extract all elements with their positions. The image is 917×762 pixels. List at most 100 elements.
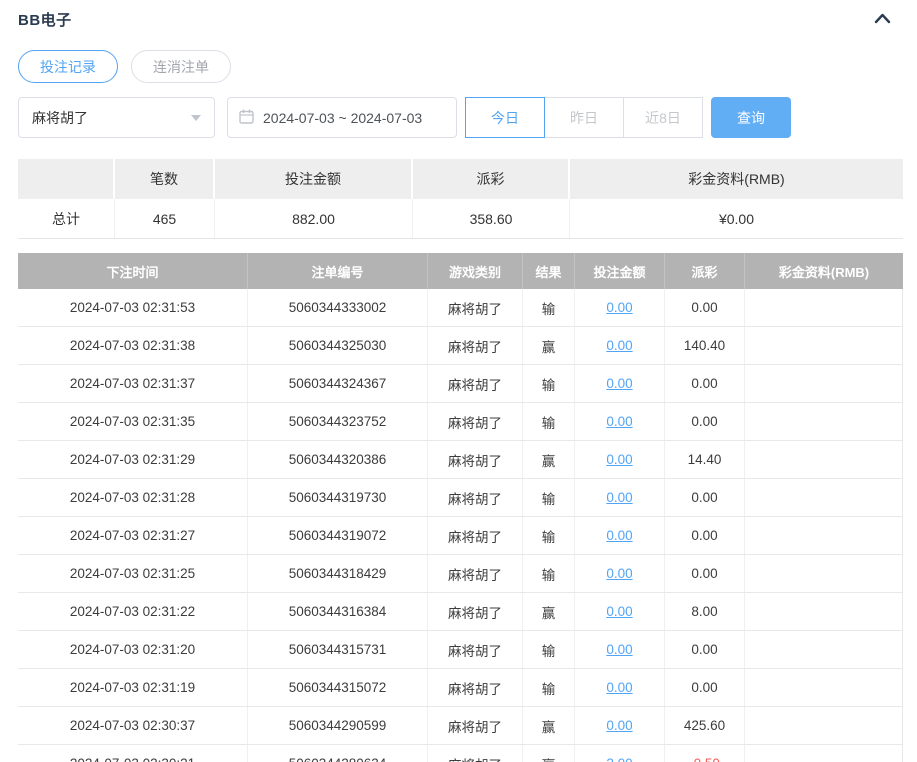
today-button[interactable]: 今日 — [465, 97, 545, 138]
result-cell: 赢 — [523, 327, 575, 364]
result-cell: 输 — [523, 289, 575, 326]
date-range-input[interactable]: 2024-07-03 ~ 2024-07-03 — [227, 97, 457, 138]
bet-amount-cell: 0.00 — [575, 365, 665, 402]
result-cell: 输 — [523, 555, 575, 592]
bonus-cell — [745, 403, 903, 440]
bet-time-cell: 2024-07-03 02:31:28 — [18, 479, 248, 516]
bet-amount-link[interactable]: 0.00 — [606, 718, 632, 733]
bonus-cell — [745, 707, 903, 744]
last-8-days-button[interactable]: 近8日 — [623, 97, 703, 138]
game-select[interactable]: 麻将胡了 — [18, 97, 215, 138]
search-button[interactable]: 查询 — [711, 97, 791, 138]
summary-total-label: 总计 — [18, 199, 115, 238]
order-number-cell: 5060344315731 — [248, 631, 428, 668]
table-row: 2024-07-03 02:31:35 5060344323752 麻将胡了输 0.0… — [18, 403, 903, 441]
bet-amount-link[interactable]: 0.00 — [606, 490, 632, 505]
bet-amount-link[interactable]: 0.00 — [606, 604, 632, 619]
bonus-cell — [745, 745, 903, 762]
table-row: 2024-07-03 02:30:215060344280634麻将胡了赢 2.0… — [18, 745, 903, 762]
payout-cell: 0.00 — [665, 555, 745, 592]
calendar-icon — [239, 109, 254, 127]
chevron-down-icon — [191, 114, 201, 121]
records-header-payout: 派彩 — [665, 253, 745, 289]
yesterday-button[interactable]: 昨日 — [544, 97, 624, 138]
collapse-button[interactable] — [868, 10, 897, 29]
bet-time-cell: 2024-07-03 02:31:38 — [18, 327, 248, 364]
result-cell: 赢 — [523, 593, 575, 630]
bet-amount-cell: 0.00 — [575, 441, 665, 478]
game-type-cell: 麻将胡了 — [428, 593, 523, 630]
result-cell: 输 — [523, 403, 575, 440]
summary-bet-amount-value: 882.00 — [215, 199, 413, 238]
game-type-cell: 麻将胡了 — [428, 479, 523, 516]
table-row: 2024-07-03 02:31:20 5060344315731 麻将胡了输 0.0… — [18, 631, 903, 669]
table-row: 2024-07-03 02:31:37 5060344324367 麻将胡了输 0.0… — [18, 365, 903, 403]
summary-payout-value: 358.60 — [413, 199, 570, 238]
payout-cell: 140.40 — [665, 327, 745, 364]
bet-amount-link[interactable]: 0.00 — [606, 680, 632, 695]
records-header-bonus: 彩金资料(RMB) — [778, 264, 870, 280]
bet-amount-link[interactable]: 0.00 — [606, 452, 632, 467]
tab-bet-records[interactable]: 投注记录 — [18, 50, 118, 83]
summary-table: 笔数 投注金额 派彩 彩金资料(RMB) 总计 465 882.00 358.6… — [18, 159, 903, 239]
game-type-cell: 麻将胡了 — [428, 745, 523, 762]
bet-amount-cell: 0.00 — [575, 593, 665, 630]
record-type-tabs: 投注记录 连消注单 — [18, 50, 905, 83]
summary-count-value: 465 — [115, 199, 215, 238]
bonus-cell — [745, 441, 903, 478]
summary-total-row: 总计 465 882.00 358.60 ¥0.00 — [18, 199, 903, 239]
result-cell: 输 — [523, 479, 575, 516]
records-body: 2024-07-03 02:31:53 5060344333002 麻将胡了输 0.0… — [18, 289, 903, 762]
chevron-up-icon — [874, 12, 891, 27]
result-cell: 赢 — [523, 707, 575, 744]
bonus-cell — [745, 669, 903, 706]
table-row: 2024-07-03 02:31:25 5060344318429 麻将胡了输 0.0… — [18, 555, 903, 593]
summary-header-count: 笔数 — [115, 159, 215, 199]
bet-amount-link[interactable]: 2.00 — [606, 756, 632, 762]
game-type-cell: 麻将胡了 — [428, 669, 523, 706]
bet-amount-link[interactable]: 0.00 — [606, 300, 632, 315]
table-row: 2024-07-03 02:31:29 5060344320386 麻将胡了赢 0.0… — [18, 441, 903, 479]
bonus-cell — [745, 327, 903, 364]
bet-time-cell: 2024-07-03 02:30:21 — [18, 745, 248, 762]
table-row: 2024-07-03 02:31:27 5060344319072 麻将胡了输 0.0… — [18, 517, 903, 555]
panel-header: BB电子 — [18, 8, 905, 30]
bet-amount-link[interactable]: 0.00 — [606, 642, 632, 657]
table-row: 2024-07-03 02:31:19 5060344315072 麻将胡了输 0.0… — [18, 669, 903, 707]
bonus-cell — [745, 289, 903, 326]
records-header-row: 下注时间 注单编号 游戏类别 结果 投注金额 派彩 彩金资料(RMB) — [18, 253, 903, 289]
tab-cancel-orders[interactable]: 连消注单 — [131, 50, 231, 83]
bonus-cell — [745, 631, 903, 668]
result-cell: 赢 — [523, 441, 575, 478]
bet-amount-link[interactable]: 0.00 — [606, 414, 632, 429]
search-button-label: 查询 — [737, 109, 765, 126]
last-8-days-button-label: 近8日 — [645, 109, 681, 126]
order-number-cell: 5060344323752 — [248, 403, 428, 440]
payout-cell: 0.00 — [665, 403, 745, 440]
game-select-value: 麻将胡了 — [32, 109, 88, 126]
order-number-cell: 5060344325030 — [248, 327, 428, 364]
bonus-cell — [745, 365, 903, 402]
bet-amount-cell: 0.00 — [575, 555, 665, 592]
bet-amount-link[interactable]: 0.00 — [606, 566, 632, 581]
bet-amount-cell: 0.00 — [575, 403, 665, 440]
date-range-value: 2024-07-03 ~ 2024-07-03 — [263, 109, 423, 126]
summary-bonus-value: ¥0.00 — [718, 210, 755, 227]
game-type-cell: 麻将胡了 — [428, 365, 523, 402]
summary-header-bonus: 彩金资料(RMB) — [570, 159, 903, 199]
result-cell: 输 — [523, 365, 575, 402]
records-header-bet: 投注金额 — [575, 253, 665, 289]
bet-time-cell: 2024-07-03 02:31:35 — [18, 403, 248, 440]
bet-amount-link[interactable]: 0.00 — [606, 338, 632, 353]
game-type-cell: 麻将胡了 — [428, 289, 523, 326]
records-header-order: 注单编号 — [248, 253, 428, 289]
summary-header-blank — [18, 159, 115, 199]
game-type-cell: 麻将胡了 — [428, 631, 523, 668]
bet-amount-link[interactable]: 0.00 — [606, 376, 632, 391]
filter-bar: 麻将胡了 2024-07-03 ~ 2024-07-03 今日 昨日 近8日 查… — [18, 97, 905, 138]
bet-time-cell: 2024-07-03 02:31:37 — [18, 365, 248, 402]
bet-amount-cell: 0.00 — [575, 289, 665, 326]
payout-cell: 8.00 — [665, 593, 745, 630]
bet-amount-link[interactable]: 0.00 — [606, 528, 632, 543]
yesterday-button-label: 昨日 — [570, 109, 598, 126]
